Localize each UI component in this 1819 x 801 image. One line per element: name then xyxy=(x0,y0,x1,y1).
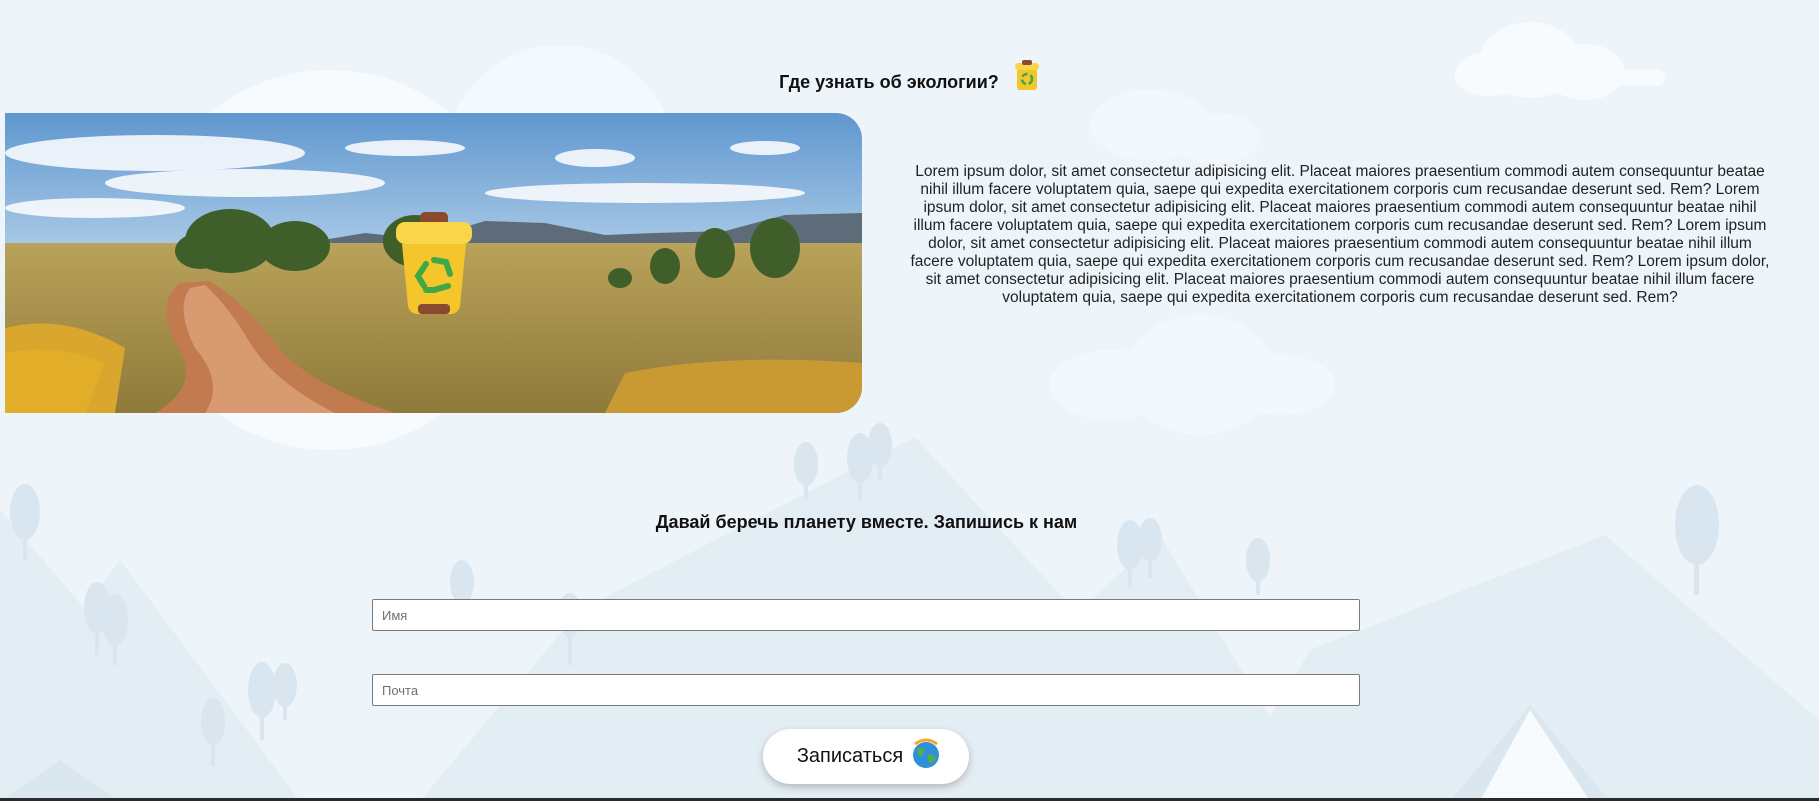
name-input[interactable] xyxy=(372,599,1360,631)
recycle-bin-icon xyxy=(1014,60,1040,97)
signup-button[interactable]: Записаться xyxy=(763,729,969,784)
eco-description-text: Lorem ipsum dolor, sit amet consectetur … xyxy=(910,163,1770,306)
eco-title-text: Где узнать об экологии? xyxy=(779,72,999,92)
email-input[interactable] xyxy=(372,674,1360,706)
eco-section-title: Где узнать об экологии? xyxy=(0,60,1819,97)
globe-icon xyxy=(911,738,941,776)
signup-button-label: Записаться xyxy=(796,745,904,767)
recycle-bin-icon xyxy=(394,210,474,321)
signup-section-title: Давай беречь планету вместе. Запишись к … xyxy=(655,512,1078,532)
eco-landscape-image xyxy=(5,113,862,413)
page-content: Где узнать об экологии? Lorem ipsum dolo… xyxy=(0,0,1819,801)
